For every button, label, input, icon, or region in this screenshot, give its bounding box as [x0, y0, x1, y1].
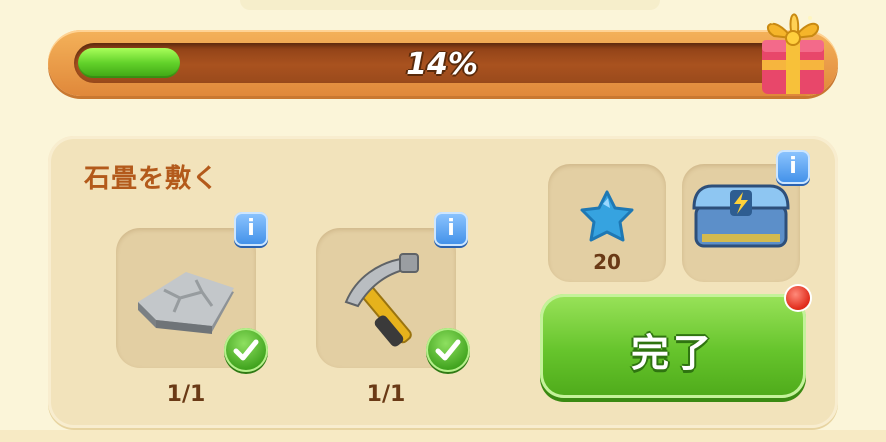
- requirement-count-hammer: 1/1: [366, 382, 406, 407]
- complete-button[interactable]: 完了: [540, 294, 806, 398]
- task-title: 石畳を敷く: [84, 164, 220, 194]
- info-icon[interactable]: i: [776, 150, 810, 184]
- info-icon[interactable]: i: [434, 212, 468, 246]
- task-panel: 石畳を敷く i 1/1 i 1/1 20 i 完了: [48, 136, 838, 428]
- reward-amount: 20: [593, 250, 621, 274]
- notification-dot: [786, 286, 810, 310]
- requirement-count-stone: 1/1: [166, 382, 206, 407]
- progress-track: 14%: [74, 43, 810, 83]
- info-icon[interactable]: i: [234, 212, 268, 246]
- reward-slot-chest[interactable]: i: [682, 150, 810, 282]
- complete-button-label: 完了: [630, 331, 715, 375]
- reward-slot-star[interactable]: 20: [548, 164, 666, 282]
- progress-bar: 14%: [48, 30, 838, 96]
- bottom-edge-strip: [0, 430, 886, 442]
- check-icon: [224, 328, 268, 372]
- gift-box-icon[interactable]: [752, 2, 832, 98]
- requirement-slot-stone[interactable]: i: [116, 212, 268, 372]
- check-icon: [426, 328, 470, 372]
- top-edge-strip: [240, 0, 660, 10]
- requirement-slot-hammer[interactable]: i: [316, 212, 470, 372]
- progress-percent: 14%: [406, 47, 478, 82]
